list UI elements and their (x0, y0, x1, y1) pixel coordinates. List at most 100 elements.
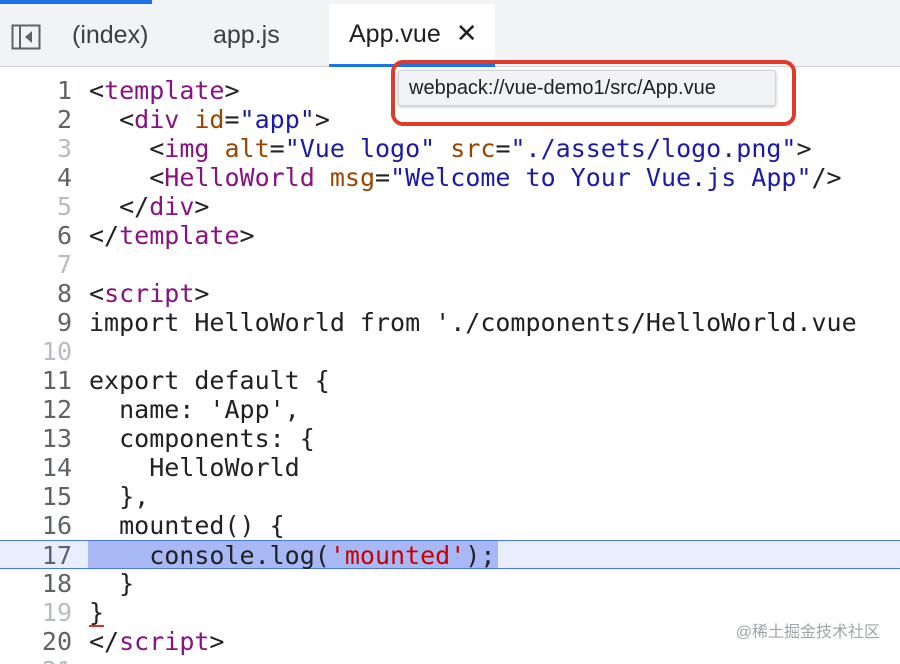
code-editor[interactable]: 1 <template> 2 <div id="app"> 3 <img alt="V… (0, 68, 900, 664)
code-token: id (194, 105, 225, 134)
code-line-5[interactable]: 5 </div> (0, 192, 900, 221)
code-text: <script> (89, 279, 209, 308)
code-line-18[interactable]: 18 } (0, 569, 900, 598)
tab-index[interactable]: (index) (72, 4, 148, 67)
code-line-11[interactable]: 11 export default { (0, 366, 900, 395)
line-number[interactable]: 19 (0, 598, 72, 627)
code-text: name: 'App', (89, 395, 300, 424)
code-token: script (104, 279, 195, 308)
code-line-13[interactable]: 13 components: { (0, 424, 900, 453)
code-text: HelloWorld (89, 453, 300, 482)
tab-app-js[interactable]: app.js (213, 4, 280, 67)
line-number[interactable]: 20 (0, 627, 72, 656)
code-token: script (119, 627, 210, 656)
code-line-16[interactable]: 16 mounted() { (0, 511, 900, 540)
code-token: = (375, 163, 391, 192)
code-token: > (314, 105, 330, 134)
line-number[interactable]: 3 (0, 134, 72, 163)
annotation-highlight-box (391, 60, 796, 126)
tab-app-vue-label: App.vue (349, 19, 441, 48)
code-text: } (89, 569, 134, 598)
code-token: > (796, 134, 812, 163)
code-text: </script> (89, 627, 224, 656)
code-token: ); (465, 541, 496, 570)
line-number[interactable]: 2 (0, 105, 72, 134)
code-line-6[interactable]: 6 </template> (0, 221, 900, 250)
code-token: HelloWorld (164, 163, 315, 192)
line-number[interactable]: 9 (0, 308, 72, 337)
code-token: div (134, 105, 180, 134)
code-token: mounted() { (89, 511, 285, 540)
code-token: alt (224, 134, 270, 163)
code-token: template (119, 221, 240, 250)
line-number[interactable]: 13 (0, 424, 72, 453)
code-line-8[interactable]: 8 <script> (0, 279, 900, 308)
close-tab-icon[interactable]: ✕ (456, 21, 478, 47)
code-token: < (89, 134, 165, 163)
line-number[interactable]: 17 (0, 541, 72, 570)
code-line-7[interactable]: 7 (0, 250, 900, 279)
code-text: console.log('mounted'); (89, 541, 495, 570)
code-token: = (269, 134, 285, 163)
line-number[interactable]: 18 (0, 569, 72, 598)
line-number[interactable]: 14 (0, 453, 72, 482)
line-number[interactable]: 4 (0, 163, 72, 192)
code-token: template (104, 76, 225, 105)
code-token: export default { (89, 366, 330, 395)
code-line-14[interactable]: 14 HelloWorld (0, 453, 900, 482)
code-token: > (239, 221, 255, 250)
code-token: "./assets/logo.png" (510, 134, 797, 163)
line-number[interactable]: 1 (0, 76, 72, 105)
line-number[interactable]: 15 (0, 482, 72, 511)
code-token: /> (811, 163, 842, 192)
code-line-3[interactable]: 3 <img alt="Vue logo" src="./assets/logo… (0, 134, 900, 163)
code-line-12[interactable]: 12 name: 'App', (0, 395, 900, 424)
code-token: < (89, 163, 165, 192)
tab-index-label: (index) (72, 21, 149, 49)
code-token: msg (329, 163, 375, 192)
line-number[interactable]: 12 (0, 395, 72, 424)
code-token: < (89, 76, 105, 105)
code-line-21[interactable]: 21 (0, 656, 900, 664)
code-token: img (164, 134, 210, 163)
line-number[interactable]: 7 (0, 250, 72, 279)
line-number[interactable]: 16 (0, 511, 72, 540)
code-text: mounted() { (89, 511, 285, 540)
line-number[interactable]: 11 (0, 366, 72, 395)
code-token: > (224, 76, 240, 105)
code-text: } (89, 598, 104, 627)
code-token: src (450, 134, 496, 163)
code-token: = (224, 105, 240, 134)
toggle-navigator-icon[interactable] (10, 23, 42, 51)
code-line-17[interactable]: 17 console.log('mounted'); (0, 540, 900, 570)
code-token: name: 'App', (89, 395, 300, 424)
code-token: "app" (239, 105, 315, 134)
line-number[interactable]: 5 (0, 192, 72, 221)
code-token: }, (89, 482, 150, 511)
line-number[interactable]: 21 (0, 656, 72, 664)
code-line-15[interactable]: 15 }, (0, 482, 900, 511)
code-token: > (209, 627, 225, 656)
code-token: div (149, 192, 195, 221)
code-token: </ (89, 192, 150, 221)
code-text: <div id="app"> (89, 105, 330, 134)
code-token: "Vue logo" (284, 134, 436, 163)
code-text: <img alt="Vue logo" src="./assets/logo.p… (89, 134, 812, 163)
line-number[interactable]: 10 (0, 337, 72, 366)
code-token: HelloWorld (89, 453, 300, 482)
code-line-9[interactable]: 9 import HelloWorld from './components/He… (0, 308, 900, 337)
code-token: = (495, 134, 511, 163)
code-token: </ (89, 221, 120, 250)
tab-app-vue[interactable]: App.vue ✕ (329, 4, 495, 67)
code-token: < (89, 105, 135, 134)
line-number[interactable]: 8 (0, 279, 72, 308)
code-text: <HelloWorld msg="Welcome to Your Vue.js … (89, 163, 842, 192)
code-token: > (194, 192, 210, 221)
code-line-4[interactable]: 4 <HelloWorld msg="Welcome to Your Vue.j… (0, 163, 900, 192)
code-line-10[interactable]: 10 (0, 337, 900, 366)
code-token: > (194, 279, 210, 308)
code-token: import HelloWorld from './components/Hel… (89, 308, 857, 337)
line-number[interactable]: 6 (0, 221, 72, 250)
